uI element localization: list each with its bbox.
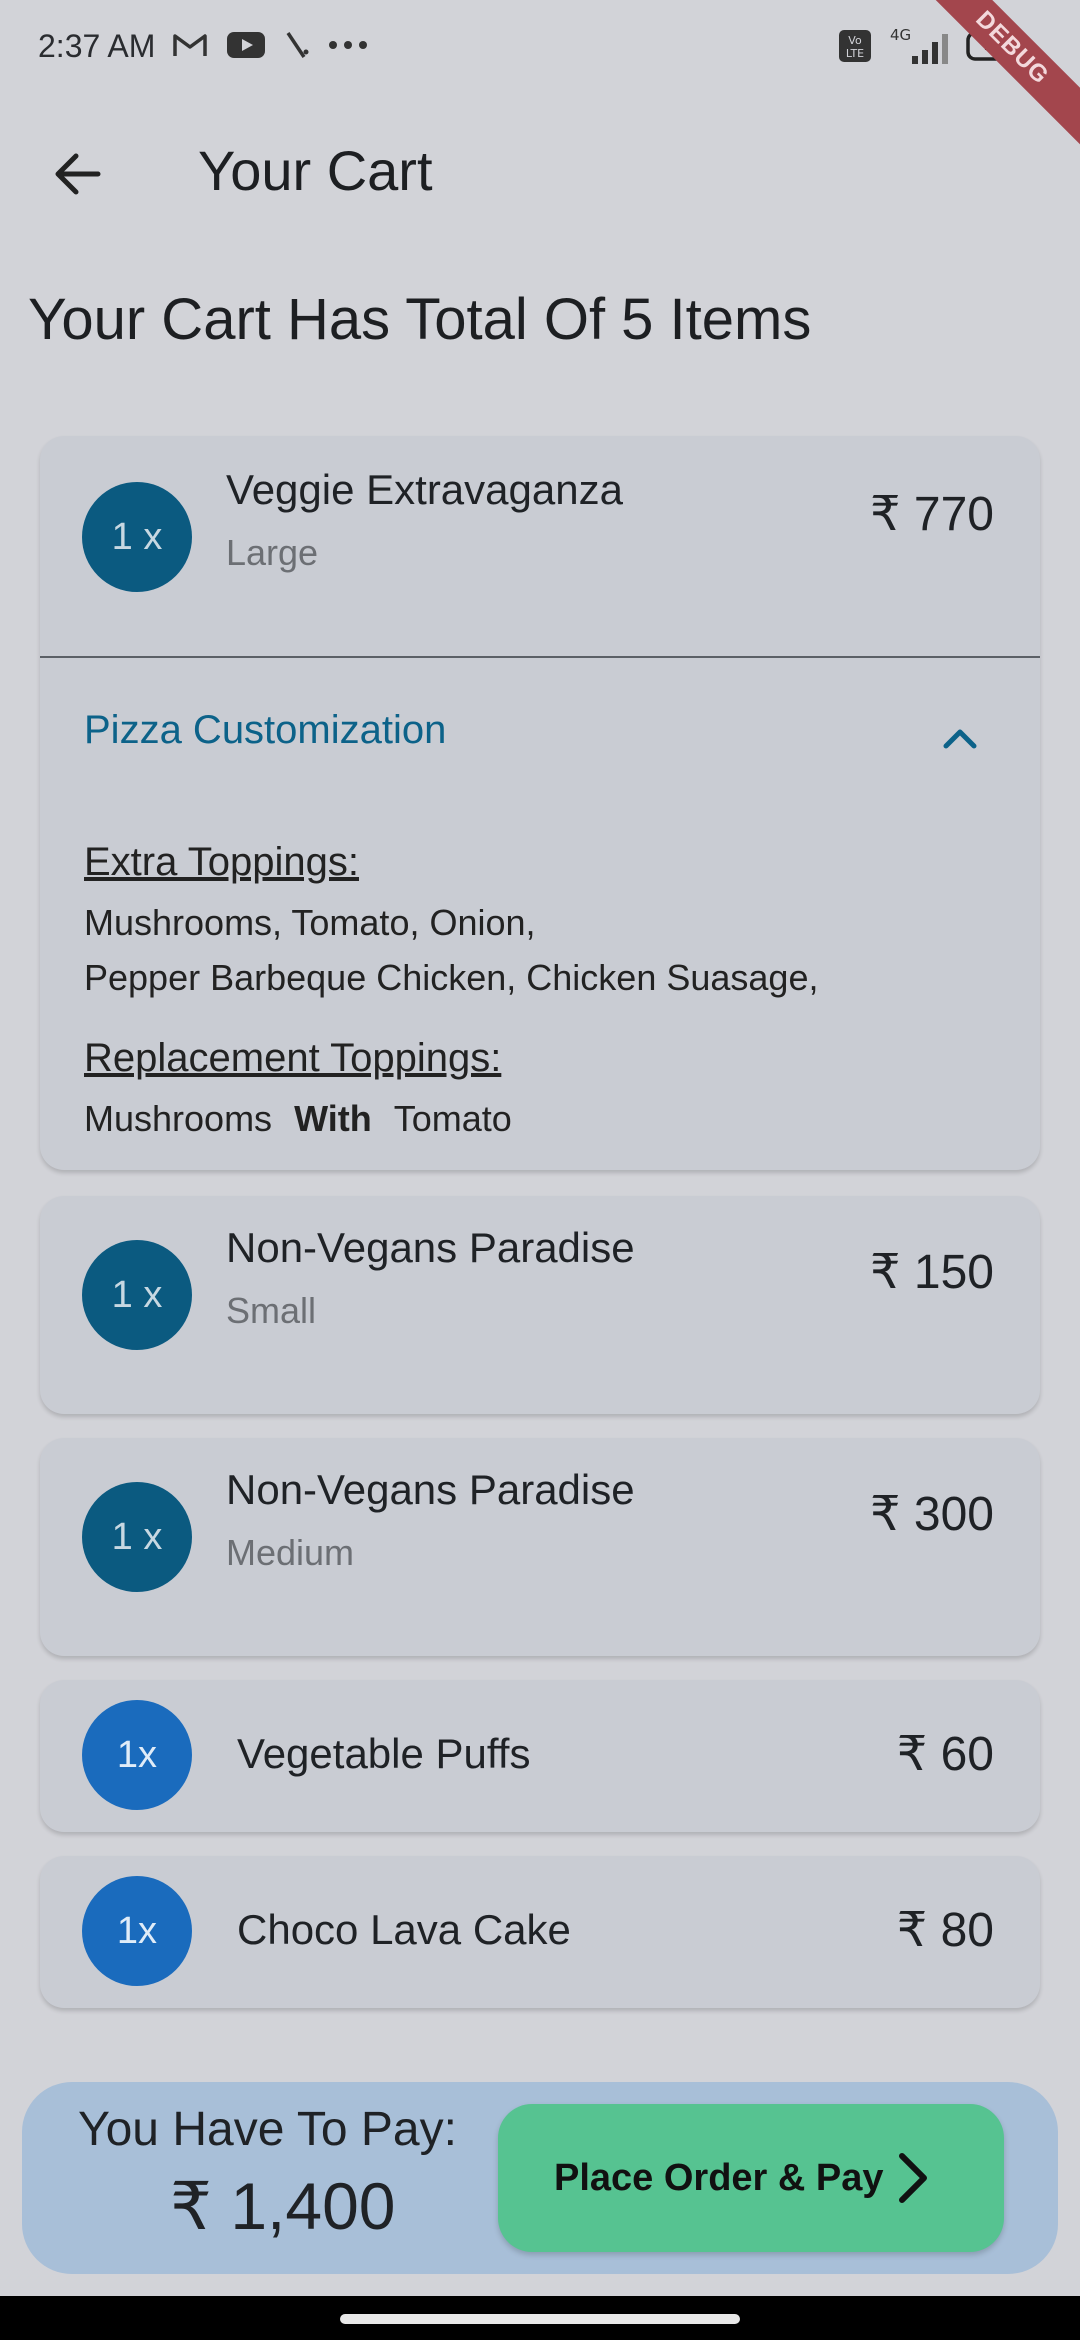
customization-title: Pizza Customization xyxy=(84,708,447,752)
item-size: Medium xyxy=(226,1532,355,1573)
item-name: Veggie Extravaganza xyxy=(226,466,623,513)
replacement-toppings-label: Replacement Toppings: xyxy=(84,1036,502,1080)
item-name: Non-Vegans Paradise xyxy=(226,1224,635,1271)
place-order-button[interactable]: Place Order & Pay xyxy=(498,2104,1004,2252)
quantity-badge: 1 x xyxy=(82,1482,192,1592)
item-price: ₹ 770 xyxy=(870,488,994,541)
quantity-badge: 1 x xyxy=(82,1240,192,1350)
cart-item-card[interactable]: 1x Vegetable Puffs ₹ 60 xyxy=(40,1680,1040,1832)
more-icon xyxy=(329,41,367,49)
page-title: Your Cart xyxy=(198,139,433,202)
checkout-footer: You Have To Pay: ₹ 1,400 Place Order & P… xyxy=(22,2082,1058,2274)
quantity-badge: 1 x xyxy=(82,482,192,592)
notification-icons xyxy=(172,30,368,60)
cart-item-card[interactable]: 1 x Veggie Extravaganza Large ₹ 770 Pizz… xyxy=(40,436,1040,1170)
divider xyxy=(40,656,1040,658)
status-bar: 2:37 AM Vo LTE 4G DEBUG xyxy=(0,0,1080,155)
extra-toppings-line-1: Mushrooms, Tomato, Onion, xyxy=(84,902,536,943)
gmail-icon xyxy=(173,34,207,56)
quantity-badge: 1x xyxy=(82,1700,192,1810)
signal-4g-icon: 4G xyxy=(890,26,948,64)
item-name: Choco Lava Cake xyxy=(237,1906,571,1953)
volte-icon: Vo LTE xyxy=(839,30,871,62)
arrow-back-icon xyxy=(55,153,101,195)
quantity-badge: 1x xyxy=(82,1876,192,1986)
cart-item-card[interactable]: 1 x Non-Vegans Paradise Small ₹ 150 xyxy=(40,1196,1040,1414)
back-button[interactable] xyxy=(46,142,110,206)
cart-item-card[interactable]: 1 x Non-Vegans Paradise Medium ₹ 300 xyxy=(40,1438,1040,1656)
item-price: ₹ 150 xyxy=(870,1246,994,1299)
svg-text:LTE: LTE xyxy=(846,47,864,60)
item-name: Non-Vegans Paradise xyxy=(226,1466,635,1513)
replace-from: Mushrooms xyxy=(84,1098,273,1139)
place-order-label: Place Order & Pay xyxy=(554,2156,884,2199)
chevron-right-icon xyxy=(899,2153,927,2203)
debug-banner: DEBUG xyxy=(905,0,1080,155)
item-price: ₹ 80 xyxy=(896,1904,994,1957)
network-label: 4G xyxy=(890,26,911,44)
pay-label: You Have To Pay: xyxy=(78,2103,457,2156)
replacement-toppings-line: Mushrooms With Tomato xyxy=(84,1098,512,1140)
replace-to: Tomato xyxy=(393,1098,512,1139)
extra-toppings-line-2: Pepper Barbeque Chicken, Chicken Suasage… xyxy=(84,957,819,998)
item-price: ₹ 300 xyxy=(870,1488,994,1541)
replace-with: With xyxy=(294,1098,372,1139)
item-name: Vegetable Puffs xyxy=(237,1730,531,1777)
chevron-up-icon xyxy=(943,729,977,749)
pay-amount: ₹ 1,400 xyxy=(170,2169,396,2243)
app-icon xyxy=(286,32,309,58)
item-size: Small xyxy=(226,1290,317,1331)
item-price: ₹ 60 xyxy=(896,1728,994,1781)
status-time: 2:37 AM xyxy=(38,28,156,64)
item-size: Large xyxy=(226,532,319,573)
cart-summary-heading: Your Cart Has Total Of 5 Items xyxy=(28,287,812,352)
home-indicator[interactable] xyxy=(340,2314,740,2324)
cart-item-card[interactable]: 1x Choco Lava Cake ₹ 80 xyxy=(40,1856,1040,2008)
svg-text:Vo: Vo xyxy=(848,34,862,47)
extra-toppings-label: Extra Toppings: xyxy=(84,840,359,884)
youtube-icon xyxy=(227,32,265,58)
